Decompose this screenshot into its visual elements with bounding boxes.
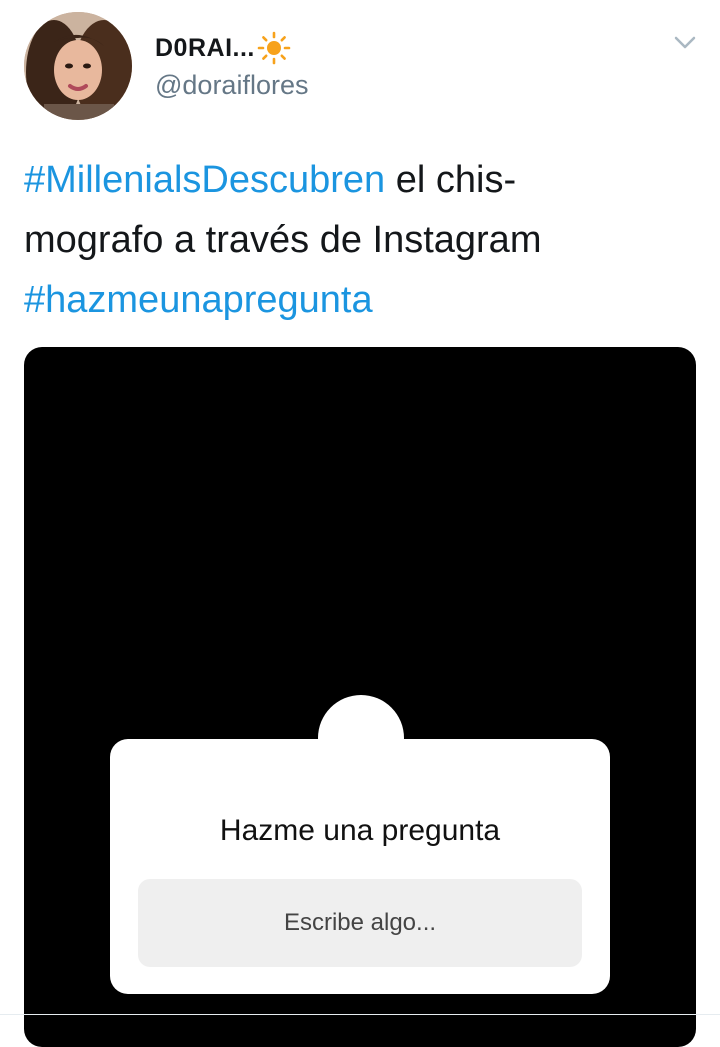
user-name-row[interactable]: D0RAI... bbox=[155, 30, 291, 66]
tweet-text-segment: el chis- bbox=[385, 159, 517, 201]
tweet: D0RAI... @doraiflores #MillenialsDescubr… bbox=[0, 0, 720, 1047]
question-input[interactable]: Escribe algo... bbox=[138, 879, 582, 967]
avatar[interactable] bbox=[24, 12, 132, 120]
tweet-menu-button[interactable] bbox=[668, 26, 702, 60]
user-handle[interactable]: @doraiflores bbox=[155, 70, 308, 101]
sticker-title: Hazme una pregunta bbox=[219, 814, 501, 847]
display-name[interactable]: D0RAI... bbox=[155, 34, 255, 63]
chevron-down-icon bbox=[674, 36, 696, 49]
tweet-media[interactable]: Hazme una pregunta Escribe algo... bbox=[24, 347, 696, 1047]
tweet-text: #MillenialsDescubren el chis- mografo a … bbox=[24, 150, 694, 330]
question-sticker: Hazme una pregunta Escribe algo... bbox=[110, 739, 610, 994]
divider bbox=[0, 1014, 720, 1015]
hashtag-millenialsdescubren[interactable]: #MillenialsDescubren bbox=[24, 159, 385, 201]
hashtag-hazmeunapregunta[interactable]: #hazmeunapregunta bbox=[24, 279, 373, 321]
tweet-text-segment: mografo a través de Instagram bbox=[24, 219, 542, 261]
sun-icon bbox=[257, 31, 291, 65]
